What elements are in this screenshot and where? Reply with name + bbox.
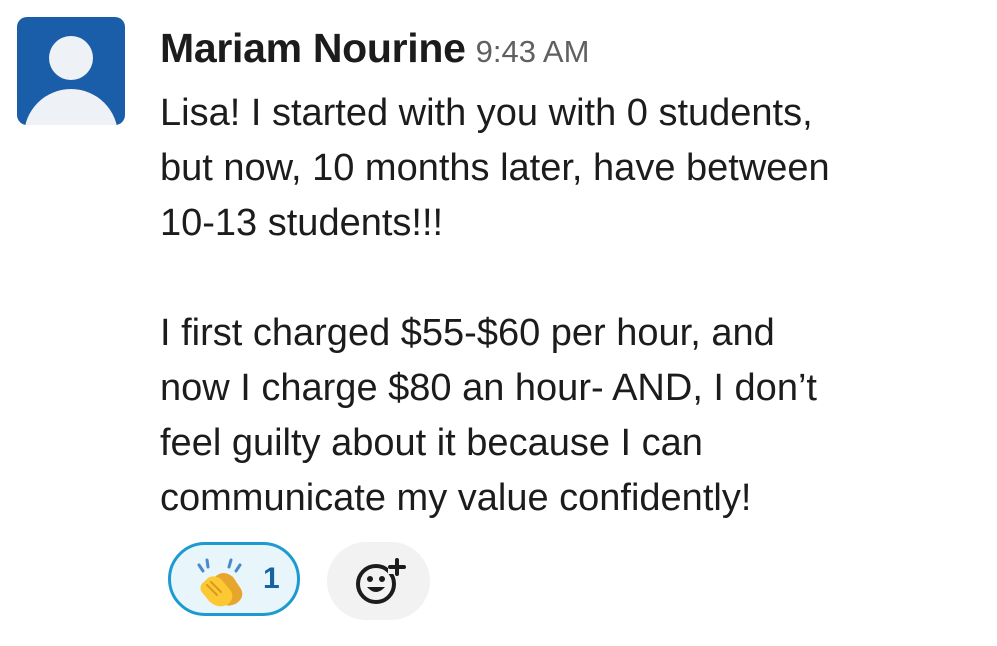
user-avatar[interactable] <box>17 17 125 125</box>
message-body: Lisa! I started with you with 0 students… <box>160 86 990 526</box>
add-reaction-icon <box>356 558 406 604</box>
message-line: I first charged $55-$60 per hour, and <box>160 312 775 354</box>
message-line: Lisa! I started with you with 0 students… <box>160 92 813 134</box>
avatar-head-shape <box>49 36 93 80</box>
message-line: but now, 10 months later, have between <box>160 147 830 189</box>
chat-message: Mariam Nourine 9:43 AM Lisa! I started wi… <box>0 0 997 646</box>
avatar-body-shape <box>24 89 118 125</box>
message-line: 10-13 students!!! <box>160 202 444 244</box>
reaction-count: 1 <box>263 562 280 595</box>
reaction-clap[interactable]: 1 <box>168 542 300 616</box>
message-line: feel guilty about it because I can <box>160 422 703 464</box>
message-line: now I charge $80 an hour- AND, I don’t <box>160 367 817 409</box>
sender-name[interactable]: Mariam Nourine <box>160 25 466 71</box>
add-reaction-button[interactable] <box>327 542 430 620</box>
message-line: communicate my value confidently! <box>160 477 752 519</box>
message-timestamp[interactable]: 9:43 AM <box>476 34 590 69</box>
message-header: Mariam Nourine 9:43 AM <box>160 22 589 84</box>
clapping-hands-icon <box>197 558 243 607</box>
